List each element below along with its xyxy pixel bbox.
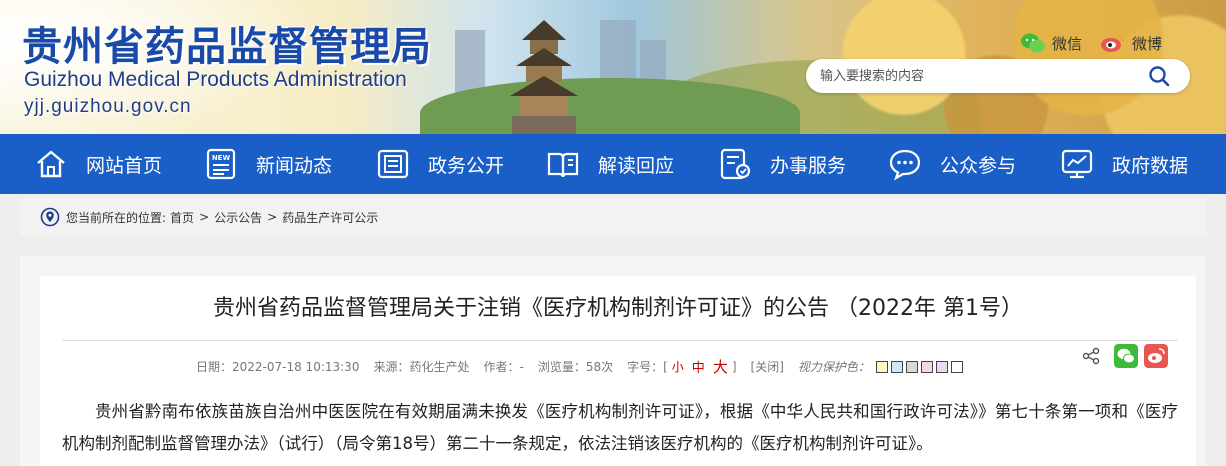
font-size-small-button[interactable]: 小 [672, 358, 684, 375]
nav-item-government-affairs[interactable]: 政务公开 [376, 134, 504, 194]
article: 贵州省药品监督管理局关于注销《医疗机构制剂许可证》的公告 （2022年 第1号）… [40, 276, 1196, 466]
share-weibo-icon[interactable] [1144, 344, 1168, 368]
eye-color-pink[interactable] [920, 360, 933, 373]
search-icon[interactable] [1148, 65, 1170, 87]
eye-color-yellow[interactable] [875, 360, 888, 373]
font-size-medium-button[interactable]: 中 [692, 357, 705, 376]
location-icon [40, 207, 60, 227]
view-count: 浏览量：58次 [537, 360, 614, 374]
article-body: 贵州省黔南布依族苗族自治州中医医院在有效期届满未换发《医疗机构制剂许可证》，根据… [62, 402, 1178, 453]
breadcrumb-separator: > [267, 210, 278, 224]
close-button[interactable]: [关闭] [751, 358, 784, 375]
site-url: yjj.guizhou.gov.cn [24, 96, 192, 117]
header-banner: 贵州省药品监督管理局 Guizhou Medical Products Admi… [0, 0, 1226, 134]
article-author: 作者：- [483, 360, 524, 374]
share-wechat-icon[interactable] [1114, 344, 1138, 368]
nav-item-services[interactable]: 办事服务 [718, 134, 846, 194]
site-title-en: Guizhou Medical Products Administration [24, 68, 407, 91]
home-icon [37, 150, 65, 178]
nav-item-interpretation[interactable]: 解读回应 [546, 134, 674, 194]
eye-color-white[interactable] [950, 360, 963, 373]
article-title: 贵州省药品监督管理局关于注销《医疗机构制剂许可证》的公告 （2022年 第1号） [213, 296, 1023, 321]
nav-item-public-participation[interactable]: 公众参与 [888, 134, 1016, 194]
breadcrumb: 您当前所在的位置: 首页 > 公示公告 > 药品生产许可公示 [20, 198, 1206, 236]
nav-label: 网站首页 [86, 154, 163, 177]
share-bar [1082, 344, 1168, 368]
eye-color-gray[interactable] [905, 360, 918, 373]
eye-protection-label: 视力保护色： [797, 360, 870, 374]
font-size-label: 字号：[ [627, 360, 668, 374]
weibo-link[interactable]: 微博 [1100, 32, 1162, 54]
nav-label: 公众参与 [940, 154, 1017, 177]
wechat-icon [1021, 33, 1045, 53]
svg-text:NEW: NEW [212, 154, 231, 162]
nav-label: 政府数据 [1112, 154, 1189, 177]
pavilion-tower-image [510, 20, 578, 134]
nav-item-home[interactable]: 网站首页 [34, 134, 162, 194]
font-size-bracket: ] [731, 359, 737, 374]
nav-item-government-data[interactable]: 政府数据 [1060, 134, 1188, 194]
eye-color-purple[interactable] [935, 360, 948, 373]
eye-color-blue[interactable] [890, 360, 903, 373]
article-source: 来源：药化生产处 [373, 360, 470, 374]
breadcrumb-separator: > [199, 210, 210, 224]
article-meta: 日期：2022-07-18 10:13:30 来源：药化生产处 作者：- 浏览量… [196, 356, 966, 377]
breadcrumb-link-home[interactable]: 首页 [170, 209, 194, 226]
breadcrumb-prefix: 您当前所在的位置: [66, 210, 167, 225]
title-divider [62, 340, 1178, 341]
publish-date: 日期：2022-07-18 10:13:30 [196, 360, 360, 374]
wechat-label: 微信 [1052, 34, 1083, 53]
font-size-large-button[interactable]: 大 [713, 356, 728, 377]
service-form-icon [720, 148, 751, 180]
chat-bubble-icon [889, 149, 921, 181]
weibo-icon [1101, 34, 1125, 52]
wechat-link[interactable]: 微信 [1020, 32, 1082, 54]
site-title-cn: 贵州省药品监督管理局 [22, 24, 432, 70]
breadcrumb-link-announcements[interactable]: 公示公告 [214, 209, 262, 226]
nav-label: 政务公开 [428, 154, 505, 177]
search-input[interactable] [820, 66, 1140, 86]
nav-item-news[interactable]: NEW 新闻动态 [204, 134, 332, 194]
open-book-icon [547, 152, 579, 178]
data-chart-icon [1061, 149, 1093, 179]
nav-label: 新闻动态 [256, 154, 333, 177]
weibo-label: 微博 [1132, 34, 1163, 53]
breadcrumb-link-drug-production-license[interactable]: 药品生产许可公示 [282, 209, 378, 226]
document-list-icon [377, 149, 409, 179]
main-nav: 网站首页 NEW 新闻动态 政务公开 解读回应 办事服务 公众参与 政府数据 [0, 134, 1226, 194]
news-icon: NEW [206, 148, 236, 180]
nav-label: 办事服务 [770, 154, 847, 177]
search-box [806, 59, 1190, 93]
nav-label: 解读回应 [598, 154, 675, 177]
share-icon[interactable] [1082, 347, 1100, 365]
